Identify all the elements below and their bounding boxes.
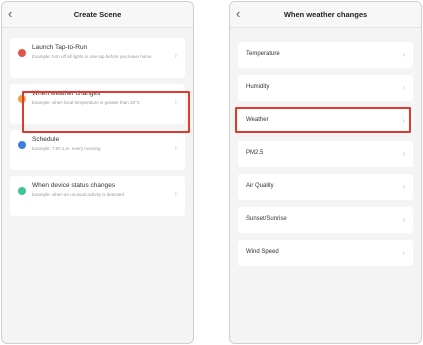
list-item-humidity[interactable]: Humidity › [238, 75, 413, 101]
option-title: When device status changes [32, 182, 116, 189]
option-schedule[interactable]: Schedule Example: 7:00 a.m. every mornin… [10, 130, 185, 170]
list-item-label: Sunset/Sunrise [246, 216, 287, 222]
highlight-box-weather-item [235, 107, 411, 133]
list-item-wind-speed[interactable]: Wind Speed › [238, 240, 413, 266]
list-item-sunset-sunrise[interactable]: Sunset/Sunrise › [238, 207, 413, 233]
option-title: Launch Tap-to-Run [32, 44, 88, 51]
option-launch-tap-to-run[interactable]: Launch Tap-to-Run Example: turn off all … [10, 38, 185, 78]
clock-icon [18, 141, 26, 149]
list-item-pm25[interactable]: PM2.5 › [238, 141, 413, 167]
list-item-temperature[interactable]: Temperature › [238, 42, 413, 68]
list-item-label: Air Quality [246, 183, 274, 189]
page-title: When weather changes [283, 10, 368, 19]
device-icon [18, 187, 26, 195]
top-bar: ‹ When weather changes [230, 2, 421, 28]
highlight-box-weather-option [22, 91, 190, 133]
list-item-air-quality[interactable]: Air Quality › [238, 174, 413, 200]
chevron-right-icon: › [402, 149, 405, 158]
page-title: Create Scene [73, 10, 122, 19]
chevron-right-icon: › [174, 143, 177, 152]
chevron-right-icon: › [402, 182, 405, 191]
tap-icon [18, 49, 26, 57]
chevron-right-icon: › [402, 83, 405, 92]
create-scene-screen: ‹ Create Scene Launch Tap-to-Run Example… [1, 1, 194, 344]
weather-condition-list: Temperature › Humidity › Weather › PM2.5… [230, 42, 421, 266]
list-item-label: PM2.5 [246, 150, 264, 156]
option-when-device-status-changes[interactable]: When device status changes Example: when… [10, 176, 185, 216]
list-item-label: Humidity [246, 84, 270, 90]
list-item-label: Temperature [246, 51, 280, 57]
chevron-right-icon: › [174, 51, 177, 60]
option-subtitle: Example: 7:00 a.m. every morning [32, 146, 101, 151]
chevron-right-icon: › [174, 189, 177, 198]
chevron-right-icon: › [402, 215, 405, 224]
when-weather-changes-screen: ‹ When weather changes Temperature › Hum… [229, 1, 422, 344]
top-bar: ‹ Create Scene [2, 2, 193, 28]
option-subtitle: Example: when an unusual activity is det… [32, 192, 125, 197]
option-subtitle: Example: turn off all lights in one tap … [32, 54, 152, 59]
chevron-right-icon: › [402, 50, 405, 59]
list-item-label: Wind Speed [246, 249, 279, 255]
chevron-right-icon: › [402, 248, 405, 257]
option-title: Schedule [32, 136, 60, 143]
